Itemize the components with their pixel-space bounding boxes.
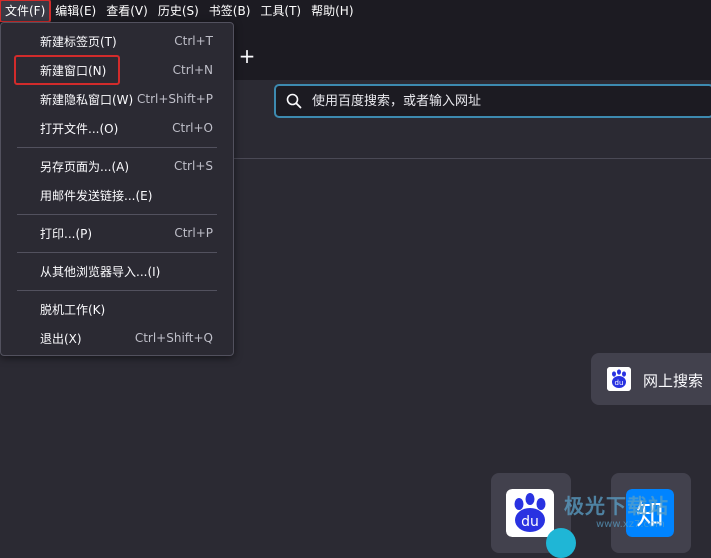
menu-item-label: 新建标签页(T) bbox=[40, 34, 117, 49]
menu-item-shortcut: Ctrl+Shift+P bbox=[137, 92, 213, 106]
menu-bar: 文件(F) 编辑(E) 查看(V) 历史(S) 书签(B) 工具(T) 帮助(H… bbox=[0, 0, 711, 23]
menu-item-exit[interactable]: 退出(X) Ctrl+Shift+Q bbox=[2, 324, 232, 352]
search-icon bbox=[286, 93, 302, 109]
menu-item-new-private-window[interactable]: 新建隐私窗口(W) Ctrl+Shift+P bbox=[2, 85, 232, 113]
menu-item-shortcut: Ctrl+S bbox=[173, 159, 213, 173]
menu-item-email-link[interactable]: 用邮件发送链接...(E) bbox=[2, 181, 232, 209]
svg-text:du: du bbox=[615, 379, 624, 387]
file-menu-dropdown: 新建标签页(T) Ctrl+T 新建窗口(N) Ctrl+N 新建隐私窗口(W)… bbox=[0, 22, 234, 356]
web-search-label: 网上搜索 bbox=[643, 372, 704, 390]
menu-bookmarks[interactable]: 书签(B) bbox=[204, 0, 256, 22]
menu-item-label: 新建隐私窗口(W) bbox=[40, 92, 134, 107]
baidu-logo-text: du bbox=[521, 514, 539, 530]
menu-item-shortcut: Ctrl+Shift+Q bbox=[134, 331, 213, 345]
menu-separator bbox=[17, 252, 217, 253]
menu-separator bbox=[17, 290, 217, 291]
baidu-paw-icon: du bbox=[506, 489, 554, 537]
menu-item-label: 用邮件发送链接...(E) bbox=[40, 188, 153, 203]
menu-separator bbox=[17, 147, 217, 148]
menu-item-shortcut: Ctrl+T bbox=[174, 34, 213, 48]
menu-item-label: 从其他浏览器导入...(I) bbox=[40, 264, 161, 279]
menu-item-new-tab[interactable]: 新建标签页(T) Ctrl+T bbox=[2, 27, 232, 55]
watermark-url: www.xz7.com bbox=[596, 519, 665, 530]
menu-help[interactable]: 帮助(H) bbox=[306, 0, 358, 22]
menu-item-open-file[interactable]: 打开文件...(O) Ctrl+O bbox=[2, 114, 232, 142]
menu-item-shortcut: Ctrl+N bbox=[172, 63, 213, 77]
decor-circle bbox=[546, 528, 576, 558]
baidu-icon: du bbox=[607, 367, 631, 391]
menu-item-label: 脱机工作(K) bbox=[40, 302, 106, 317]
new-tab-button[interactable]: + bbox=[237, 46, 257, 66]
menu-item-label: 打开文件...(O) bbox=[40, 121, 119, 136]
menu-item-work-offline[interactable]: 脱机工作(K) bbox=[2, 295, 232, 323]
menu-item-label: 另存页面为...(A) bbox=[40, 159, 130, 174]
menu-item-label: 退出(X) bbox=[40, 331, 82, 346]
menu-history[interactable]: 历史(S) bbox=[153, 0, 204, 22]
menu-item-save-page-as[interactable]: 另存页面为...(A) Ctrl+S bbox=[2, 152, 232, 180]
menu-tools[interactable]: 工具(T) bbox=[255, 0, 306, 22]
menu-view[interactable]: 查看(V) bbox=[101, 0, 153, 22]
menu-item-new-window[interactable]: 新建窗口(N) Ctrl+N bbox=[2, 54, 232, 85]
menu-item-print[interactable]: 打印...(P) Ctrl+P bbox=[2, 219, 232, 247]
web-search-card[interactable]: du 网上搜索 bbox=[591, 353, 711, 405]
menu-edit[interactable]: 编辑(E) bbox=[50, 0, 101, 22]
watermark: 极光下载站 bbox=[564, 494, 669, 518]
menu-item-label: 新建窗口(N) bbox=[13, 54, 121, 85]
menu-item-shortcut: Ctrl+P bbox=[174, 226, 213, 240]
url-bar[interactable] bbox=[274, 84, 711, 118]
menu-separator bbox=[17, 214, 217, 215]
menu-file[interactable]: 文件(F) bbox=[0, 0, 52, 23]
menu-item-import[interactable]: 从其他浏览器导入...(I) bbox=[2, 257, 232, 285]
menu-item-label: 打印...(P) bbox=[40, 226, 93, 241]
menu-item-shortcut: Ctrl+O bbox=[172, 121, 213, 135]
url-input[interactable] bbox=[310, 92, 694, 110]
